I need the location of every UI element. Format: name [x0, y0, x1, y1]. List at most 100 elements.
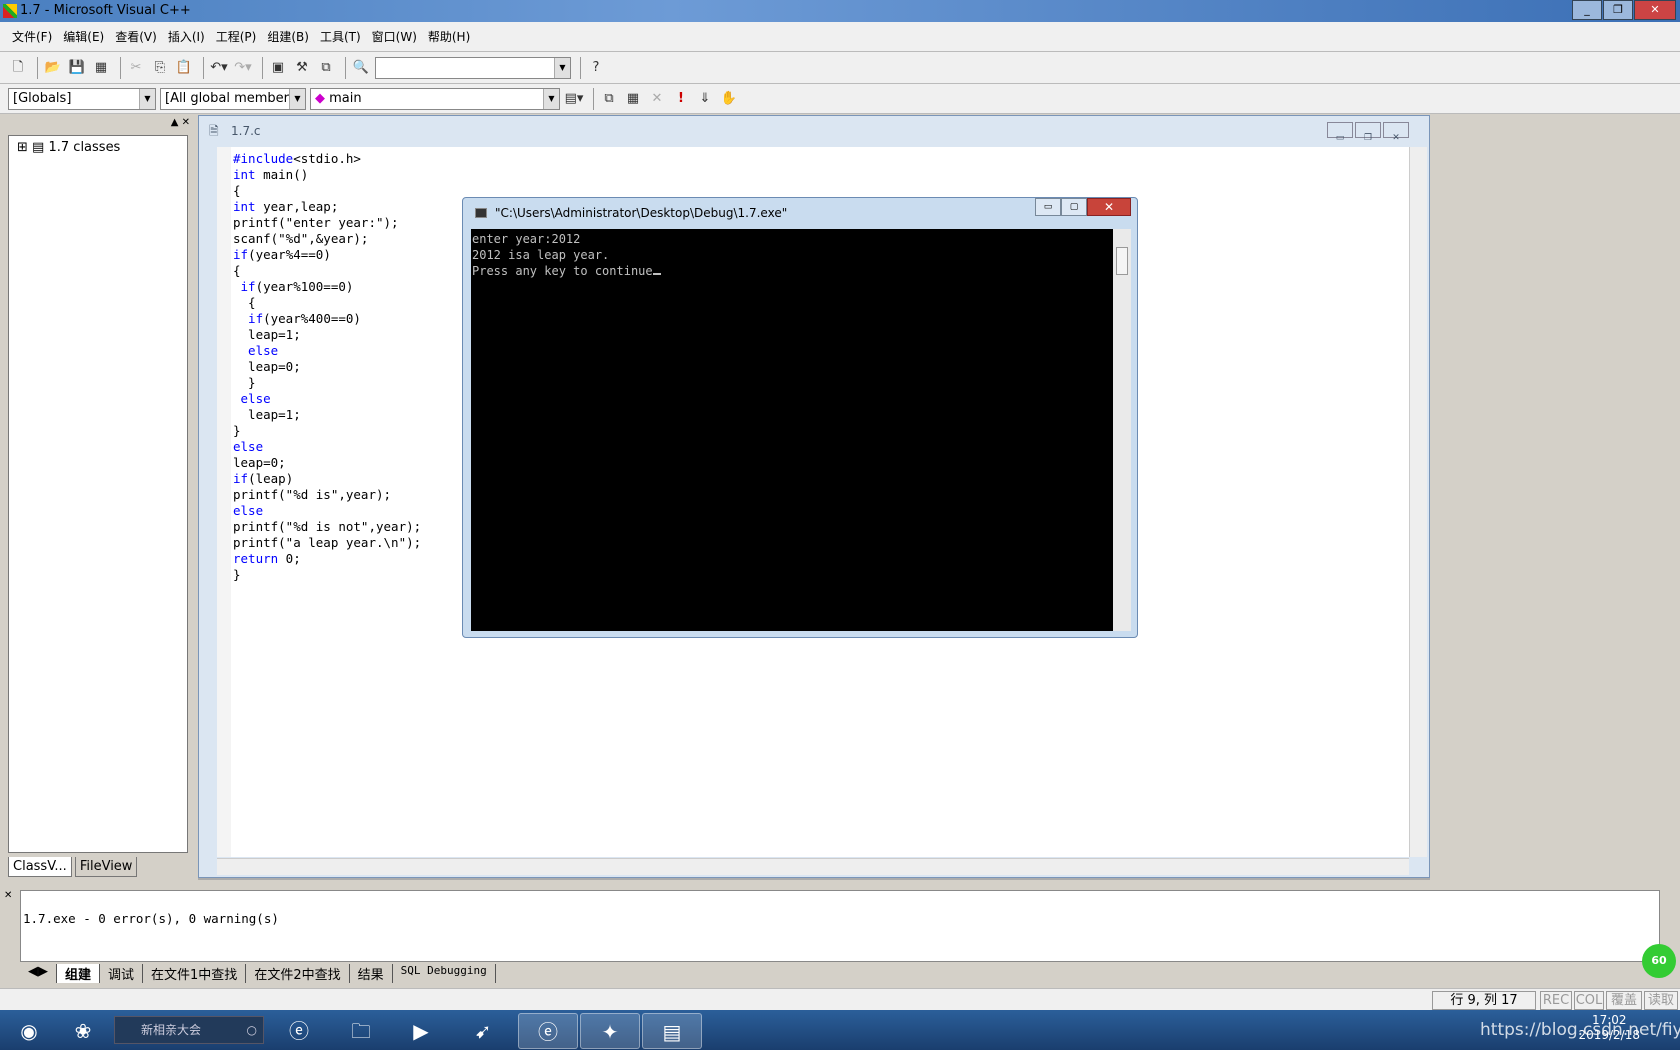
chevron-down-icon[interactable]: ▼	[139, 88, 155, 109]
menu-file[interactable]: 文件(F)	[12, 28, 52, 45]
scope-combo[interactable]: [Globals] ▼	[8, 87, 156, 110]
ie-icon[interactable]: ⓔ	[274, 1013, 324, 1049]
console-task-icon[interactable]: ▤	[642, 1013, 702, 1049]
app-launcher-icon[interactable]: ❀	[58, 1013, 108, 1049]
pane-close-icon[interactable]: ▲ ✕	[171, 117, 190, 128]
menu-view[interactable]: 查看(V)	[115, 28, 157, 45]
standard-toolbar: 🗋 📂 💾 ▦ ✂ ⎘ 📋 ↶▾ ↷▾ ▣ ⚒ ⧉ 🔍 ▼ ?	[0, 52, 1680, 84]
copy-icon[interactable]: ⎘	[150, 58, 170, 78]
console-close-button[interactable]: ✕	[1087, 198, 1131, 216]
tab-results[interactable]: 结果	[350, 964, 393, 983]
tab-scroll-arrows[interactable]: ◀▶	[20, 964, 57, 983]
overwrite-indicator: 覆盖	[1606, 991, 1642, 1010]
menu-edit[interactable]: 编辑(E)	[63, 28, 104, 45]
console-scrollbar[interactable]	[1113, 229, 1131, 631]
menu-build[interactable]: 组建(B)	[267, 28, 309, 45]
find-icon[interactable]: ?	[586, 58, 606, 78]
tab-find2[interactable]: 在文件2中查找	[246, 964, 350, 983]
code-line: leap=1;	[233, 407, 301, 422]
tab-classview[interactable]: ClassV...	[8, 857, 72, 877]
output-icon[interactable]: ⚒	[292, 58, 312, 78]
speed-badge[interactable]: 60	[1642, 944, 1676, 978]
editor-restore-button[interactable]: ❐	[1355, 122, 1381, 143]
code-line: if(year%400==0)	[233, 311, 361, 326]
app-arrow-icon[interactable]: ➹	[458, 1013, 508, 1049]
search-icon: ○	[246, 1023, 257, 1037]
console-maximize-button[interactable]: ▢	[1061, 198, 1087, 216]
chevron-down-icon[interactable]: ▼	[554, 57, 570, 78]
tab-sql-debugging[interactable]: SQL Debugging	[393, 964, 496, 983]
tab-build[interactable]: 组建	[57, 964, 101, 983]
readonly-indicator: 读取	[1644, 991, 1678, 1010]
menu-window[interactable]: 窗口(W)	[372, 28, 417, 45]
restore-button[interactable]: ❐	[1603, 0, 1633, 20]
search-box[interactable]: 新相亲大会 ○	[114, 1016, 264, 1044]
find-combo[interactable]: ▼	[375, 56, 571, 79]
output-pane: ✕ 1.7.exe - 0 error(s), 0 warning(s) ◀▶ …	[0, 886, 1680, 986]
open-icon[interactable]: 📂	[43, 58, 63, 78]
code-line: {	[233, 295, 256, 310]
go-icon[interactable]: ⇓	[695, 89, 715, 109]
editor-title: 1.7.c	[231, 124, 261, 138]
code-line: printf("enter year:");	[233, 215, 399, 230]
build-icon[interactable]: ▦	[623, 89, 643, 109]
code-line: if(leap)	[233, 471, 294, 486]
breakpoint-hand-icon[interactable]: ✋	[719, 89, 739, 109]
new-file-icon[interactable]: 🗋	[8, 58, 28, 78]
workspace-icon[interactable]: ▣	[268, 58, 288, 78]
save-all-icon[interactable]: ▦	[91, 58, 111, 78]
tree-item-root[interactable]: ⊞ ▤ 1.7 classes	[9, 136, 187, 159]
editor-close-button[interactable]: ✕	[1383, 122, 1409, 143]
explorer-icon[interactable]: 🗀	[336, 1013, 386, 1049]
wizard-toolbar: [Globals] ▼ [All global members ▼ ◆ main ▼ …	[0, 84, 1680, 114]
menu-project[interactable]: 工程(P)	[216, 28, 257, 45]
stop-build-icon[interactable]: ✕	[647, 89, 667, 109]
workspace-pane: ▲ ✕ ⊞ ▤ 1.7 classes ClassV... FileView	[4, 115, 192, 880]
wizard-action-icon[interactable]: ▤▾	[564, 89, 584, 109]
output-close-icon[interactable]: ✕	[4, 890, 12, 901]
members-combo[interactable]: [All global members ▼	[160, 87, 306, 110]
function-combo[interactable]: ◆ main ▼	[310, 87, 560, 110]
save-icon[interactable]: 💾	[67, 58, 87, 78]
horizontal-scrollbar[interactable]	[217, 858, 1409, 875]
build-output: 1.7.exe - 0 error(s), 0 warning(s)	[20, 890, 1660, 962]
cut-icon[interactable]: ✂	[126, 58, 146, 78]
minimize-button[interactable]: _	[1572, 0, 1602, 20]
tab-debug[interactable]: 调试	[100, 964, 144, 983]
menu-insert[interactable]: 插入(I)	[168, 28, 205, 45]
tab-fileview[interactable]: FileView	[74, 857, 138, 877]
paste-icon[interactable]: 📋	[174, 58, 194, 78]
compile-icon[interactable]: ⧉	[599, 89, 619, 109]
expand-icon[interactable]: ⊞	[17, 140, 28, 155]
console-minimize-button[interactable]: ▭	[1035, 198, 1061, 216]
find-in-files-icon[interactable]: 🔍	[351, 58, 371, 78]
window-title: 1.7 - Microsoft Visual C++	[20, 3, 191, 18]
rec-indicator: REC	[1540, 991, 1572, 1010]
menu-help[interactable]: 帮助(H)	[428, 28, 470, 45]
app-logo-icon	[3, 4, 17, 18]
code-line: printf("%d is not",year);	[233, 519, 422, 534]
clock[interactable]: 17:02 2019/2/18	[1578, 1013, 1640, 1043]
undo-icon[interactable]: ↶▾	[209, 58, 229, 78]
window-list-icon[interactable]: ⧉	[316, 58, 336, 78]
menu-tools[interactable]: 工具(T)	[320, 28, 361, 45]
source-code: #include<stdio.h> int main(){int year,lea…	[233, 151, 421, 583]
chevron-down-icon[interactable]: ▼	[289, 88, 305, 109]
close-button[interactable]: ✕	[1634, 0, 1676, 20]
ie-window-icon[interactable]: ⓔ	[518, 1013, 578, 1049]
editor-minimize-button[interactable]: ▭	[1327, 122, 1353, 143]
tab-find1[interactable]: 在文件1中查找	[143, 964, 247, 983]
console-icon	[475, 208, 487, 218]
code-line: }	[233, 375, 256, 390]
media-player-icon[interactable]: ▶	[396, 1013, 446, 1049]
vertical-scrollbar[interactable]	[1409, 147, 1427, 857]
redo-icon[interactable]: ↷▾	[233, 58, 253, 78]
status-bar: 行 9, 列 17 REC COL 覆盖 读取	[0, 988, 1680, 1010]
start-button-icon[interactable]: ◉	[4, 1013, 54, 1049]
visual-cpp-icon[interactable]: ✦	[580, 1013, 640, 1049]
title-bar: 1.7 - Microsoft Visual C++ _ ❐ ✕	[0, 0, 1680, 22]
execute-icon[interactable]: !	[671, 89, 691, 109]
code-line: }	[233, 567, 241, 582]
chevron-down-icon[interactable]: ▼	[543, 88, 559, 109]
menu-bar: 文件(F) 编辑(E) 查看(V) 插入(I) 工程(P) 组建(B) 工具(T…	[0, 22, 1680, 52]
